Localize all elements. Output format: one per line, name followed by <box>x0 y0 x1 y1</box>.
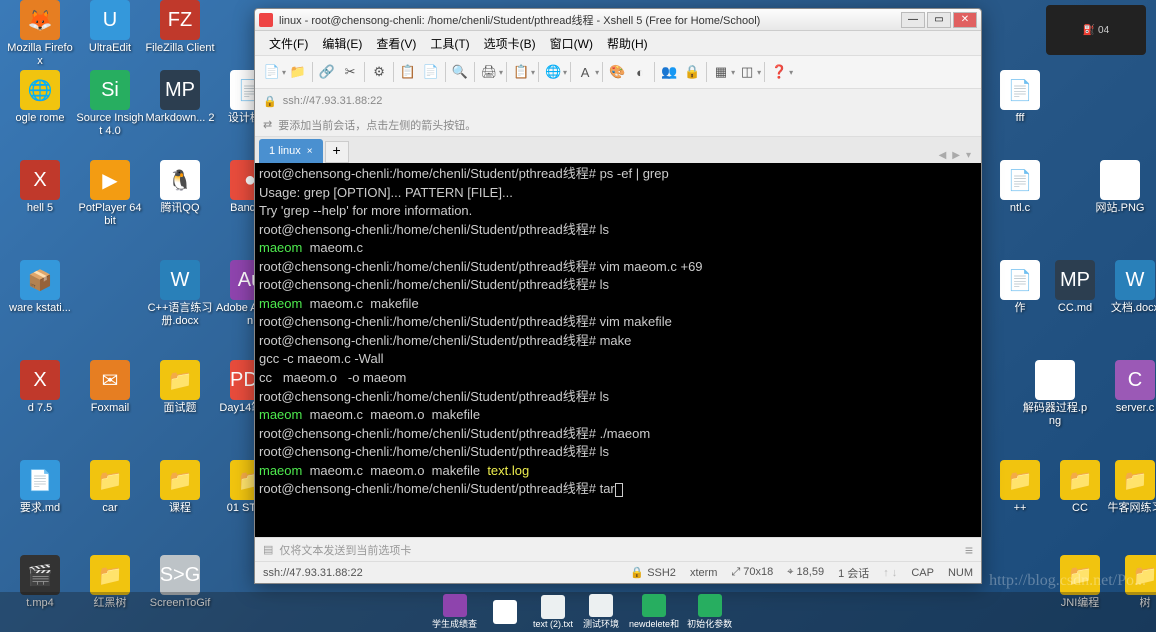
open-icon[interactable]: 📁 <box>287 60 309 84</box>
desktop-icon[interactable]: MPMarkdown... 2 <box>145 70 215 125</box>
color-icon[interactable]: 🎨 <box>606 60 628 84</box>
send-text[interactable]: 仅将文本发送到当前选项卡 <box>279 542 411 558</box>
titlebar[interactable]: linux - root@chensong-chenli: /home/chen… <box>255 9 981 31</box>
terminal[interactable]: root@chensong-chenli:/home/chenli/Studen… <box>255 163 981 537</box>
status-caps: CAP <box>911 567 934 579</box>
toolbar: 📄▾ 📁 🔗 ✂ ⚙ 📋 📄 🔍 🖨▾ 📋▾ 🌐▾ A▾ 🎨 ◐ 👥 <box>255 55 981 89</box>
desktop-icon[interactable]: Xd 7.5 <box>5 360 75 415</box>
tab-active[interactable]: 1 linux × <box>259 139 323 163</box>
desktop-icon[interactable]: Cserver.c <box>1100 360 1156 415</box>
font-icon[interactable]: A <box>574 60 596 84</box>
system-gauge: ⛽ 04 <box>1046 5 1146 55</box>
desktop-icon[interactable]: SiSource Insight 4.0 <box>75 70 145 138</box>
tile-icon[interactable]: ◫ <box>736 60 758 84</box>
tab-next-icon[interactable]: ▶ <box>950 148 962 163</box>
desktop-icon[interactable]: UUltraEdit <box>75 0 145 55</box>
desktop-icon[interactable]: 📄ntl.c <box>985 160 1055 215</box>
cursor <box>615 483 623 497</box>
menu-view[interactable]: 查看(V) <box>370 33 422 54</box>
desktop-icon[interactable]: Xhell 5 <box>5 160 75 215</box>
tab-label: 1 linux <box>269 145 301 157</box>
status-pos: ⌖ 18,59 <box>787 566 824 579</box>
new-session-icon[interactable]: 📄 <box>261 60 283 84</box>
find-icon[interactable]: 🔍 <box>449 60 471 84</box>
users-icon[interactable]: 👥 <box>658 60 680 84</box>
status-arrows: ↑ ↓ <box>883 567 897 579</box>
address-bar: 🔒 ssh://47.93.31.88:22 <box>255 89 981 113</box>
send-icon[interactable]: ▤ <box>263 543 273 556</box>
menubar: 文件(F) 编辑(E) 查看(V) 工具(T) 选项卡(B) 窗口(W) 帮助(… <box>255 31 981 55</box>
tab-close-icon[interactable]: × <box>307 146 313 157</box>
status-size: ⤢ 70x18 <box>731 566 773 579</box>
desktop-icon[interactable]: 🖼网站.PNG <box>1085 160 1155 215</box>
desktop-icon[interactable]: 📄fff <box>985 70 1055 125</box>
minimize-button[interactable]: — <box>901 12 925 28</box>
taskbar-item[interactable]: 初始化参数 <box>685 594 734 630</box>
address-url[interactable]: ssh://47.93.31.88:22 <box>283 95 383 107</box>
status-num: NUM <box>948 567 973 579</box>
taskbar-item[interactable]: text (2).txt <box>531 594 575 630</box>
desktop-icon[interactable]: 🖼解码器过程.png <box>1020 360 1090 428</box>
desktop-icon[interactable]: W文档.docx <box>1100 260 1156 315</box>
taskbar-item[interactable]: 学生成绩查 <box>430 594 479 630</box>
hint-text: 要添加当前会话，点击左侧的箭头按钮。 <box>278 117 476 133</box>
menu-tabs[interactable]: 选项卡(B) <box>478 33 542 54</box>
palette-icon[interactable]: ◐ <box>629 60 651 84</box>
taskbar-item[interactable]: 测试环境 <box>579 594 623 630</box>
taskbar-item[interactable]: N <box>483 594 527 630</box>
desktop-icon[interactable]: 📁car <box>75 460 145 515</box>
lock-icon: 🔒 <box>263 95 277 108</box>
desktop-icon[interactable]: 📁课程 <box>145 460 215 515</box>
taskbar: 学生成绩查 N text (2).txt 测试环境 newdelete和 初始化… <box>0 592 1156 632</box>
menu-window[interactable]: 窗口(W) <box>544 33 599 54</box>
send-bar: ▤ 仅将文本发送到当前选项卡 ≡ <box>255 537 981 561</box>
tab-bar: 1 linux × + ◀ ▶ ▾ <box>255 137 981 163</box>
desktop-background: 🦊Mozilla Firefox UUltraEdit FZFileZilla … <box>0 0 1156 632</box>
status-proto: 🔒 SSH2 <box>630 566 676 579</box>
xshell-window: linux - root@chensong-chenli: /home/chen… <box>254 8 982 584</box>
log-icon[interactable]: 📋 <box>510 60 532 84</box>
tab-prev-icon[interactable]: ◀ <box>937 148 949 163</box>
desktop-icon[interactable]: 📦ware kstati... <box>5 260 75 315</box>
window-title: linux - root@chensong-chenli: /home/chen… <box>279 12 901 28</box>
desktop-icon[interactable]: 📄要求.md <box>5 460 75 515</box>
app-icon <box>259 13 273 27</box>
desktop-icon[interactable]: WC++语言练习册.docx <box>145 260 215 328</box>
status-conn: ssh://47.93.31.88:22 <box>263 567 363 579</box>
desktop-icon[interactable]: 🌐ogle rome <box>5 70 75 125</box>
menu-edit[interactable]: 编辑(E) <box>316 33 368 54</box>
menu-file[interactable]: 文件(F) <box>263 33 314 54</box>
arrow-icon[interactable]: ⇄ <box>263 118 272 131</box>
desktop-icon[interactable]: 🦊Mozilla Firefox <box>5 0 75 68</box>
help-icon[interactable]: ❓ <box>768 60 790 84</box>
lock-icon[interactable]: 🔒 <box>681 60 703 84</box>
hint-bar: ⇄ 要添加当前会话，点击左侧的箭头按钮。 <box>255 113 981 137</box>
tab-list-icon[interactable]: ▾ <box>964 148 973 163</box>
layout-icon[interactable]: ▦ <box>710 60 732 84</box>
properties-icon[interactable]: ⚙ <box>368 60 390 84</box>
copy-icon[interactable]: 📋 <box>397 60 419 84</box>
add-tab-button[interactable]: + <box>325 141 349 163</box>
maximize-button[interactable]: ▭ <box>927 12 951 28</box>
status-sessions: 1 会话 <box>838 565 869 581</box>
print-icon[interactable]: 🖨 <box>478 60 500 84</box>
desktop-icon[interactable]: ▶PotPlayer 64 bit <box>75 160 145 228</box>
paste-icon[interactable]: 📄 <box>420 60 442 84</box>
send-menu-icon[interactable]: ≡ <box>965 542 973 558</box>
desktop-icon[interactable]: 📁牛客网练习 <box>1100 460 1156 515</box>
reconnect-icon[interactable]: 🔗 <box>316 60 338 84</box>
desktop-icon[interactable]: FZFileZilla Client <box>145 0 215 55</box>
desktop-icon[interactable]: 🐧腾讯QQ <box>145 160 215 215</box>
desktop-icon[interactable]: 📁面试题 <box>145 360 215 415</box>
disconnect-icon[interactable]: ✂ <box>339 60 361 84</box>
menu-tools[interactable]: 工具(T) <box>424 33 475 54</box>
status-term: xterm <box>690 567 718 579</box>
watermark: http://blog.csdn.net/Po... <box>989 572 1146 590</box>
globe-icon[interactable]: 🌐 <box>542 60 564 84</box>
desktop-icon[interactable]: ✉Foxmail <box>75 360 145 415</box>
taskbar-item[interactable]: newdelete和 <box>627 594 681 630</box>
status-bar: ssh://47.93.31.88:22 🔒 SSH2 xterm ⤢ 70x1… <box>255 561 981 583</box>
menu-help[interactable]: 帮助(H) <box>601 33 654 54</box>
close-button[interactable]: ✕ <box>953 12 977 28</box>
